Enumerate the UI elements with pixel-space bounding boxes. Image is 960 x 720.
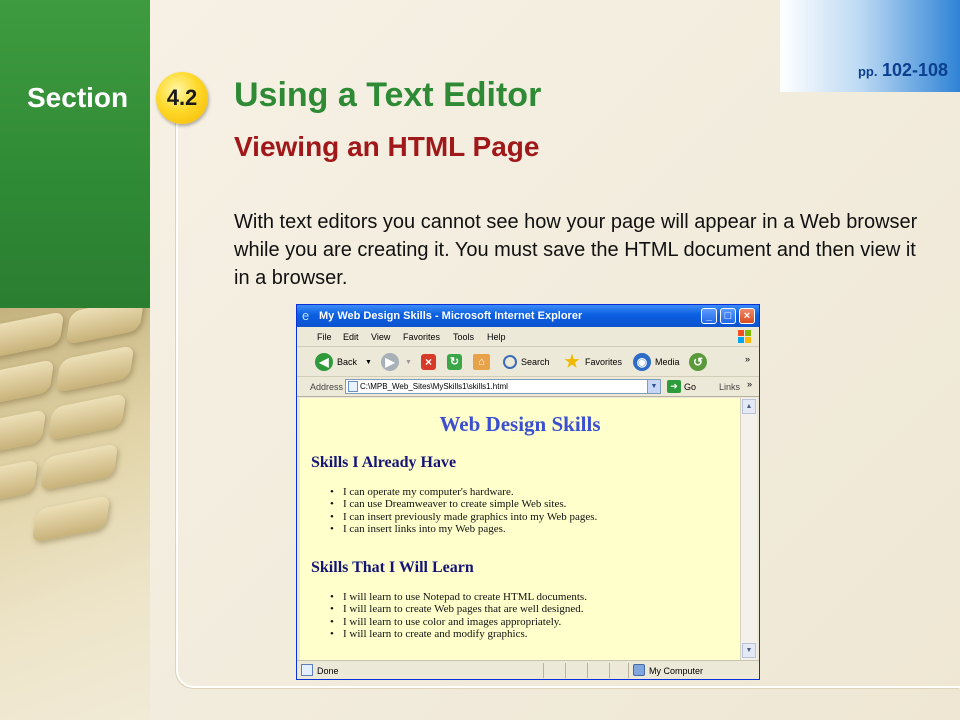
status-divider	[587, 663, 588, 678]
status-text: Done	[317, 666, 339, 676]
skills-have-list: I can operate my computer's hardware. I …	[330, 486, 597, 535]
back-button[interactable]: ◀ Back ▼	[315, 352, 372, 372]
go-button[interactable]: ➜ Go	[667, 380, 696, 393]
favorites-star-icon: ★	[564, 352, 580, 371]
windows-logo-icon	[738, 330, 751, 343]
section-number-badge: 4.2	[156, 72, 208, 124]
links-label[interactable]: Links	[719, 382, 740, 392]
status-divider	[565, 663, 566, 678]
keyboard-key	[31, 495, 111, 543]
keyboard-key	[0, 409, 47, 457]
status-divider	[543, 663, 544, 678]
page-ref-range: 102-108	[881, 60, 948, 80]
web-page-viewport: Web Design Skills Skills I Already Have …	[300, 398, 740, 660]
section-label: Section	[27, 82, 129, 113]
keyboard-key	[47, 393, 127, 441]
search-label: Search	[521, 357, 550, 367]
list-item: I will learn to use Notepad to create HT…	[330, 591, 587, 604]
go-label: Go	[684, 381, 697, 392]
home-icon: ⌂	[473, 354, 490, 370]
list-item: I can insert previously made graphics in…	[330, 511, 597, 524]
forward-button[interactable]: ▶ ▼	[381, 352, 412, 372]
web-heading-skills-have: Skills I Already Have	[311, 454, 457, 471]
web-page-title: Web Design Skills	[439, 412, 601, 436]
address-value: C:\MPB_Web_Sites\MySkills1\skills1.html	[360, 382, 508, 391]
keyboard-key	[65, 308, 145, 345]
forward-arrow-icon: ▶	[381, 353, 399, 371]
browser-toolbar: ◀ Back ▼ ▶ ▼ × ↻ ⌂ Search ★ Favorites ◉ …	[297, 347, 759, 377]
slide-body-text: With text editors you cannot see how you…	[234, 211, 918, 289]
menu-favorites[interactable]: Favorites	[403, 332, 440, 342]
menu-tools[interactable]: Tools	[453, 332, 474, 342]
favorites-label: Favorites	[585, 357, 623, 367]
back-arrow-icon: ◀	[315, 353, 333, 371]
vertical-scrollbar[interactable]: ▲ ▼	[740, 398, 757, 660]
page-ref-prefix: pp.	[857, 64, 878, 79]
status-divider	[609, 663, 610, 678]
menu-help[interactable]: Help	[487, 332, 506, 342]
web-heading-skills-learn: Skills That I Will Learn	[311, 559, 474, 576]
links-more[interactable]: »	[747, 379, 752, 389]
list-item: I will learn to create and modify graphi…	[330, 628, 587, 641]
maximize-button[interactable]: □	[720, 308, 736, 324]
go-arrow-icon: ➜	[667, 380, 681, 393]
page-reference: pp. 102-108	[858, 60, 948, 81]
refresh-icon: ↻	[447, 354, 462, 370]
list-item: I can operate my computer's hardware.	[330, 486, 597, 499]
computer-icon	[633, 664, 645, 676]
address-label: Address	[310, 382, 344, 392]
toolbar-more[interactable]: »	[745, 349, 750, 369]
browser-menubar: File Edit View Favorites Tools Help	[297, 327, 759, 347]
refresh-button[interactable]: ↻	[447, 352, 466, 372]
search-button[interactable]: Search	[503, 352, 550, 372]
back-dropdown-icon[interactable]: ▼	[365, 359, 372, 366]
address-input[interactable]: C:\MPB_Web_Sites\MySkills1\skills1.html …	[345, 379, 661, 394]
keyboard-key	[39, 443, 119, 491]
keyboard-key	[0, 459, 39, 507]
minimize-button[interactable]: _	[701, 308, 717, 324]
green-sidebar-band	[0, 0, 150, 308]
address-bar: Address C:\MPB_Web_Sites\MySkills1\skill…	[297, 377, 759, 397]
stop-button[interactable]: ×	[421, 352, 440, 372]
skills-learn-list: I will learn to use Notepad to create HT…	[330, 591, 587, 640]
home-button[interactable]: ⌂	[473, 352, 494, 372]
list-item: I will learn to use color and images app…	[330, 616, 587, 629]
status-divider	[628, 663, 629, 678]
back-label: Back	[337, 357, 358, 367]
address-dropdown-icon[interactable]: ▼	[647, 380, 660, 393]
scroll-down-icon[interactable]: ▼	[742, 643, 756, 658]
menu-view[interactable]: View	[371, 332, 390, 342]
browser-window-title: My Web Design Skills - Microsoft Interne…	[319, 310, 583, 322]
history-icon: ↺	[689, 353, 707, 371]
keyboard-key	[55, 345, 135, 393]
page-done-icon	[301, 664, 313, 676]
media-button[interactable]: ◉ Media	[633, 352, 680, 372]
menu-file[interactable]: File	[317, 332, 332, 342]
favorites-button[interactable]: ★ Favorites	[563, 352, 622, 372]
list-item: I can insert links into my Web pages.	[330, 523, 597, 536]
keyboard-key	[0, 311, 65, 359]
history-button[interactable]: ↺	[689, 352, 711, 372]
media-label: Media	[655, 357, 680, 367]
status-bar: Done My Computer	[297, 660, 759, 679]
scroll-up-icon[interactable]: ▲	[742, 399, 756, 414]
list-item: I will learn to create Web pages that ar…	[330, 603, 587, 616]
ie-logo-icon: e	[302, 308, 310, 323]
browser-window: e My Web Design Skills - Microsoft Inter…	[296, 304, 760, 680]
security-zone-label: My Computer	[649, 666, 704, 676]
media-icon: ◉	[633, 353, 651, 371]
search-icon	[503, 355, 517, 369]
stop-icon: ×	[421, 354, 436, 370]
browser-titlebar[interactable]: e My Web Design Skills - Microsoft Inter…	[297, 305, 759, 327]
list-item: I can use Dreamweaver to create simple W…	[330, 498, 597, 511]
menu-edit[interactable]: Edit	[343, 332, 359, 342]
slide-title: Using a Text Editor	[234, 76, 542, 114]
close-button[interactable]: ×	[739, 308, 755, 324]
forward-dropdown-icon[interactable]: ▼	[405, 359, 412, 366]
page-icon	[348, 381, 358, 392]
slide-subtitle: Viewing an HTML Page	[234, 131, 540, 162]
keyboard-photo	[0, 308, 150, 720]
keyboard-key	[0, 359, 55, 407]
